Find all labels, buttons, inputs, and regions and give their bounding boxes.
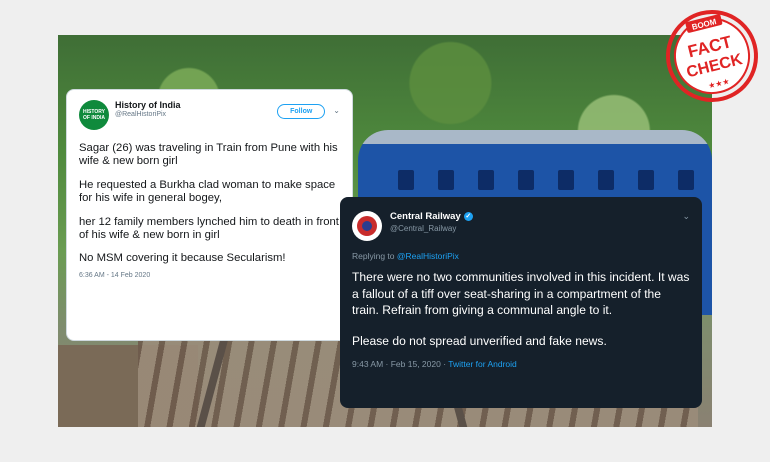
tweet-header: HISTORY OF INDIA History of India @RealH… — [79, 100, 340, 130]
tweet-metadata: 9:43 AM · Feb 15, 2020 · Twitter for And… — [352, 359, 690, 369]
tweet-timestamp[interactable]: 9:43 AM · Feb 15, 2020 · — [352, 359, 448, 369]
tweet-header: Central Railway ✓ @Central_Railway ⌄ — [352, 211, 690, 241]
account-name[interactable]: History of India — [115, 100, 277, 110]
verified-badge-icon: ✓ — [463, 212, 473, 221]
tweet-text: Sagar (26) was traveling in Train from P… — [79, 142, 339, 265]
follow-button[interactable]: Follow — [277, 104, 326, 119]
tweet-source-link[interactable]: Twitter for Android — [448, 359, 517, 369]
tweet-text: There were no two communities involved i… — [352, 270, 690, 348]
account-name[interactable]: Central Railway ✓ — [390, 211, 682, 222]
tweet-card-history-of-india: HISTORY OF INDIA History of India @RealH… — [66, 89, 353, 341]
tweet-card-central-railway: Central Railway ✓ @Central_Railway ⌄ Rep… — [340, 197, 702, 408]
avatar[interactable]: HISTORY OF INDIA — [79, 100, 109, 130]
fact-check-stamp-icon: BOOM FACT CHECK ★★★ — [666, 10, 758, 102]
chevron-down-icon[interactable]: ⌄ — [682, 211, 690, 222]
tweet-timestamp[interactable]: 6:36 AM - 14 Feb 2020 — [79, 272, 340, 279]
account-handle[interactable]: @Central_Railway — [390, 224, 682, 233]
chevron-down-icon[interactable]: ⌄ — [333, 106, 340, 115]
avatar[interactable] — [352, 211, 382, 241]
account-handle[interactable]: @RealHistoriPix — [115, 111, 277, 118]
mention-link[interactable]: @RealHistoriPix — [397, 251, 459, 261]
replying-to: Replying to @RealHistoriPix — [352, 251, 459, 261]
